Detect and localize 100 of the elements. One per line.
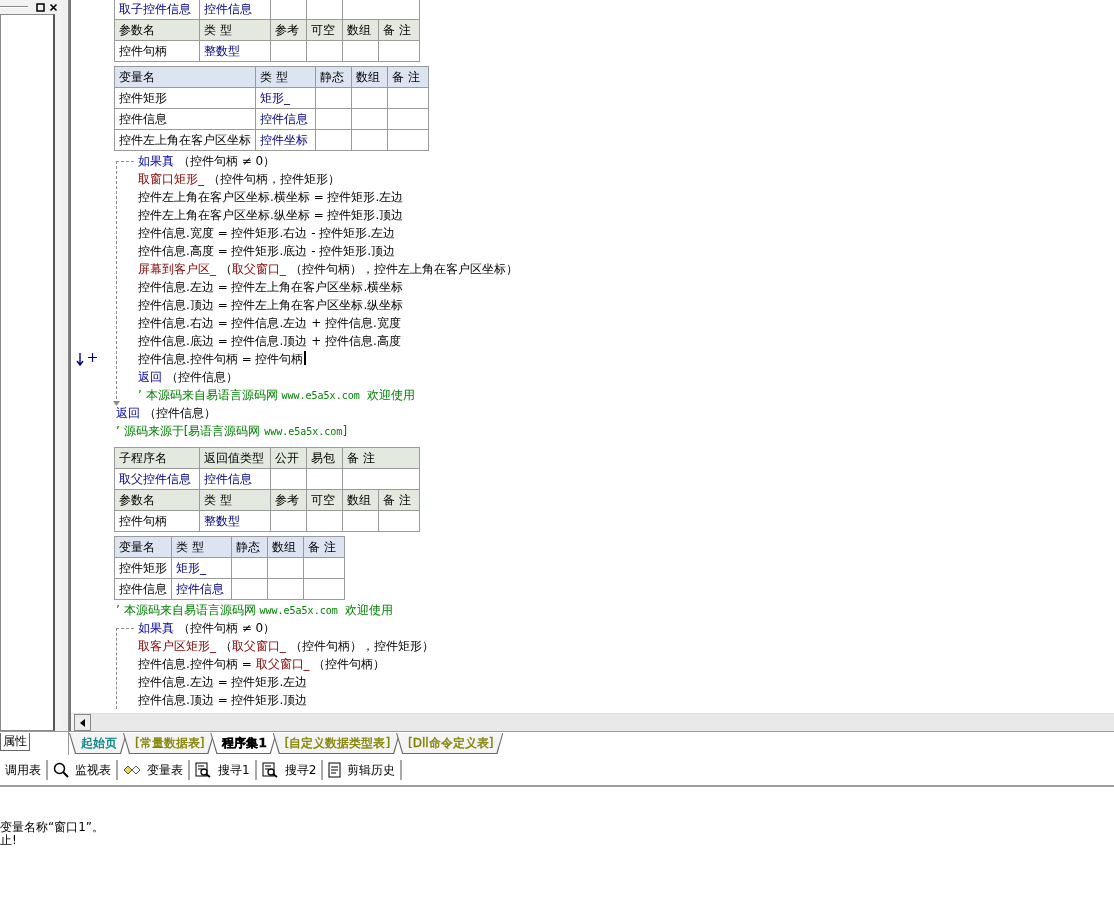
table-cell <box>271 511 306 531</box>
magnifier-icon <box>53 762 69 778</box>
table-cell <box>271 469 306 489</box>
table-header-cell: 易包 <box>307 448 342 468</box>
left-arrow-icon <box>80 718 85 727</box>
code-line: 返回 （控件信息） <box>116 405 216 422</box>
code-line: 如果真 （控件句柄 ≠ 0） <box>138 153 276 170</box>
table-cell <box>307 41 342 61</box>
table-header-cell: 备 注 <box>379 490 419 510</box>
table-cell <box>307 0 342 19</box>
maximize-button[interactable] <box>36 2 45 12</box>
table-cell <box>232 558 267 578</box>
table-header-cell: 公开 <box>271 448 306 468</box>
table-header-cell: 可空 <box>307 20 342 40</box>
table-cell <box>304 579 344 599</box>
table-cell <box>352 88 387 108</box>
table-header-cell: 备 注 <box>379 20 419 40</box>
table-cell <box>316 109 351 129</box>
table-cell: 控件矩形 <box>115 88 255 108</box>
maximize-icon <box>36 2 45 12</box>
table-cell: 取子控件信息 <box>115 0 199 19</box>
table-header-cell: 数组 <box>343 20 378 40</box>
table-header-cell: 参考 <box>271 20 306 40</box>
toolbar-button[interactable]: 监视表 <box>48 760 118 780</box>
table-cell <box>343 41 378 61</box>
toolbar-button[interactable]: 搜寻2 <box>256 760 324 780</box>
code-line: 控件信息.顶边 = 控件左上角在客户区坐标.纵坐标 <box>138 297 404 314</box>
code-line: 如果真 （控件句柄 ≠ 0） <box>138 620 276 637</box>
table-cell <box>388 109 428 129</box>
table-header-cell: 参数名 <box>115 20 199 40</box>
code-line: 屏幕到客户区_ （取父窗口_ （控件句柄），控件左上角在客户区坐标） <box>138 261 518 278</box>
table-header-cell: 参数名 <box>115 490 199 510</box>
code-line: 控件信息.顶边 = 控件矩形.顶边 <box>138 692 308 709</box>
table-cell: 整数型 <box>200 511 270 531</box>
table-cell <box>352 130 387 150</box>
toolbar-button[interactable]: 调用表 <box>0 760 48 780</box>
scroll-left-button[interactable] <box>74 714 91 731</box>
table-cell <box>379 511 419 531</box>
table-header-cell: 类 型 <box>256 67 315 87</box>
code-line: 控件信息.控件句柄 = 取父窗口_ （控件句柄） <box>138 656 386 673</box>
table-header-cell: 变量名 <box>115 537 171 557</box>
properties-tab[interactable]: 属性 <box>0 733 30 751</box>
close-button[interactable] <box>49 2 58 12</box>
table-cell <box>316 130 351 150</box>
table-cell: 控件信息 <box>115 579 171 599</box>
table-cell: 矩形_ <box>172 558 231 578</box>
table-cell <box>268 558 303 578</box>
code-line: 控件信息.左边 = 控件左上角在客户区坐标.横坐标 <box>138 279 404 296</box>
table-cell <box>307 469 342 489</box>
toolbar-button[interactable]: 剪辑历史 <box>323 760 403 780</box>
table-header-cell: 备 注 <box>388 67 428 87</box>
table-header-cell: 参考 <box>271 490 306 510</box>
find-document-icon <box>195 762 212 778</box>
output-text: 止! <box>0 834 18 847</box>
code-line: 返回 （控件信息） <box>138 369 238 386</box>
table-header-cell: 数组 <box>343 490 378 510</box>
table-header-cell: 可空 <box>307 490 342 510</box>
table-cell <box>316 88 351 108</box>
table-cell: 控件矩形 <box>115 558 171 578</box>
table-header-cell: 备 注 <box>343 448 419 468</box>
document-icon <box>328 762 342 778</box>
table-cell: 控件信息 <box>256 109 315 129</box>
code-line: 控件信息.宽度 = 控件矩形.右边 - 控件矩形.左边 <box>138 225 396 242</box>
table-cell <box>307 511 342 531</box>
table-cell <box>271 0 306 19</box>
table-cell <box>388 130 428 150</box>
table-header-cell: 类 型 <box>200 20 270 40</box>
table-cell: 控件信息 <box>115 109 255 129</box>
table-cell: 控件句柄 <box>115 41 199 61</box>
code-comment: ’ 源码来源于[易语言源码网 www.e5a5x.com] <box>116 423 348 440</box>
table-cell <box>268 579 303 599</box>
table-cell: 整数型 <box>200 41 270 61</box>
toolbar-button[interactable]: 变量表 <box>118 760 190 780</box>
toolbar-button[interactable]: 搜寻1 <box>190 760 257 780</box>
table-cell <box>388 88 428 108</box>
table-cell: 控件坐标 <box>256 130 315 150</box>
editor-tab[interactable]: [Dll命令定义表] <box>396 733 504 753</box>
table-header-cell: 静态 <box>316 67 351 87</box>
plus-icon <box>88 353 97 362</box>
code-line: 取窗口矩形_ （控件句柄，控件矩形） <box>138 171 340 188</box>
code-comment: ’ 本源码来自易语言源码网 www.e5a5x.com 欢迎使用 <box>138 387 416 404</box>
code-line: 控件信息.左边 = 控件矩形.左边 <box>138 674 308 691</box>
code-line: 取客户区矩形_ （取父窗口_ （控件句柄），控件矩形） <box>138 638 434 655</box>
table-header-cell: 返回值类型 <box>200 448 270 468</box>
table-cell: 控件信息 <box>172 579 231 599</box>
table-cell <box>271 41 306 61</box>
output-text: 变量名称“窗口1”。 <box>0 821 106 834</box>
table-header-cell: 变量名 <box>115 67 255 87</box>
table-cell: 控件信息 <box>200 469 270 489</box>
table-cell: 取父控件信息 <box>115 469 199 489</box>
editor-tab[interactable]: 起始页 <box>69 733 127 753</box>
code-line: 控件左上角在客户区坐标.横坐标 = 控件矩形.左边 <box>138 189 404 206</box>
code-line: 控件信息.右边 = 控件信息.左边 + 控件信息.宽度 <box>138 315 401 332</box>
table-header-cell: 类 型 <box>172 537 231 557</box>
code-comment: ’ 本源码来自易语言源码网 www.e5a5x.com 欢迎使用 <box>116 602 394 619</box>
table-cell: 控件句柄 <box>115 511 199 531</box>
code-line: 控件信息.高度 = 控件矩形.底边 - 控件矩形.顶边 <box>138 243 396 260</box>
table-header-cell: 备 注 <box>304 537 344 557</box>
table-cell: 控件左上角在客户区坐标 <box>115 130 255 150</box>
table-header-cell: 子程序名 <box>115 448 199 468</box>
